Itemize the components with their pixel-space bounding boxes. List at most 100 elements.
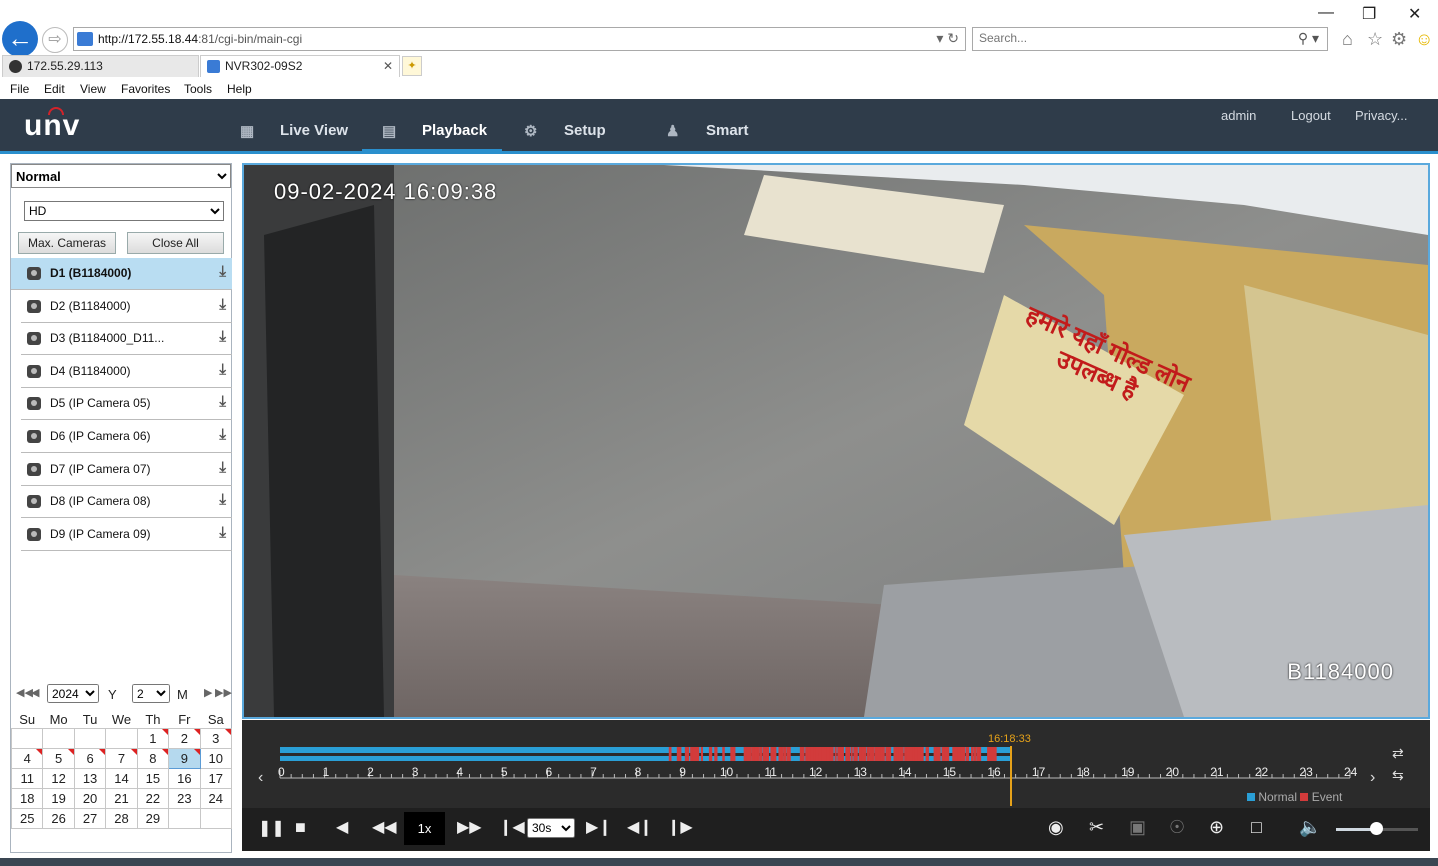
camera-item[interactable]: D6 (IP Camera 06) ⤓ [21, 421, 232, 453]
snapshot-icon[interactable]: ◉ [1048, 818, 1064, 836]
favorites-star-icon[interactable]: ☆ [1367, 29, 1383, 50]
restore-icon[interactable]: ❐ [1362, 4, 1376, 24]
download-icon[interactable]: ⤓ [219, 426, 226, 443]
download-icon[interactable]: ⤓ [219, 491, 226, 508]
month-select[interactable]: 2 [132, 684, 170, 703]
search-box[interactable]: ⚲ ▾ [972, 27, 1328, 51]
download-icon[interactable]: ⤓ [219, 459, 226, 476]
max-cameras-button[interactable]: Max. Cameras [18, 232, 116, 254]
next-year-icon[interactable]: ▶▶ [215, 686, 232, 699]
calendar-day[interactable]: 17 [199, 767, 233, 789]
rewind-icon[interactable]: ◀◀ [372, 819, 397, 837]
camera-item[interactable]: D5 (IP Camera 05) ⤓ [21, 388, 232, 421]
volume-icon[interactable]: 🔈 [1299, 818, 1321, 836]
menu-file[interactable]: File [10, 82, 29, 96]
nav-setup[interactable]: ⚙ Setup [524, 122, 606, 140]
settings-gear-icon[interactable]: ⚙ [1391, 29, 1407, 50]
prev-month-icon[interactable]: ◀ [31, 686, 39, 699]
calendar-day[interactable]: 21 [105, 787, 138, 809]
camera-item[interactable]: D2 (B1184000) ⤓ [21, 291, 232, 323]
calendar-day[interactable]: 6 [73, 747, 107, 769]
skip-forward-icon[interactable]: ▶❙ [586, 819, 612, 837]
calendar-day[interactable]: 10 [199, 747, 233, 769]
browser-tab-active[interactable]: NVR302-09S2 ✕ [200, 55, 400, 77]
browser-tab[interactable]: 172.55.29.113 [2, 55, 199, 77]
calendar-day[interactable]: 13 [73, 767, 107, 789]
calendar-day[interactable]: 1 [136, 727, 170, 749]
clip-icon[interactable]: ✂ [1089, 818, 1104, 836]
calendar-day[interactable]: 16 [168, 767, 201, 789]
refresh-icon[interactable]: ▾ ↻ [936, 30, 959, 47]
address-bar[interactable]: http://172.55.18.44:81/cgi-bin/main-cgi … [73, 27, 966, 51]
camera-item[interactable]: D4 (B1184000) ⤓ [21, 356, 232, 388]
nav-live-view[interactable]: ▦ Live View [240, 122, 348, 140]
calendar-day[interactable]: 23 [168, 787, 201, 809]
download-icon[interactable]: ⤓ [219, 524, 226, 541]
camera-item[interactable]: D3 (B1184000_D11... ⤓ [21, 323, 232, 356]
reverse-play-icon[interactable]: ◀ [336, 819, 348, 837]
camera-item[interactable]: D9 (IP Camera 09) ⤓ [21, 519, 232, 551]
menu-favorites[interactable]: Favorites [121, 82, 170, 96]
download-icon[interactable]: ⤓ [219, 328, 226, 345]
close-window-icon[interactable]: ✕ [1408, 4, 1421, 24]
camera-item[interactable]: D8 (IP Camera 08) ⤓ [21, 486, 232, 519]
download-icon[interactable]: ⤓ [219, 296, 226, 313]
minimize-icon[interactable]: — [1318, 4, 1334, 22]
calendar-day[interactable]: 14 [105, 767, 138, 789]
video-pane[interactable]: हमारे यहाँ गोल्ड लोन उपलब्ध है 09-02-202… [242, 163, 1430, 719]
new-tab-icon[interactable]: ✦ [402, 56, 422, 76]
calendar-day[interactable]: 15 [136, 767, 170, 789]
search-input[interactable] [979, 31, 1279, 45]
calendar-day[interactable]: 20 [73, 787, 107, 809]
calendar-day[interactable]: 26 [42, 807, 75, 829]
nav-playback[interactable]: ▤ Playback [382, 122, 487, 140]
calendar-day[interactable]: 18 [10, 787, 44, 809]
calendar-day[interactable]: 7 [105, 747, 138, 769]
camera-item[interactable]: D1 (B1184000) ⤓ [11, 258, 232, 290]
camera-item[interactable]: D7 (IP Camera 07) ⤓ [21, 454, 232, 486]
prev-frame-icon[interactable]: ◀❙ [627, 819, 653, 837]
close-all-button[interactable]: Close All [127, 232, 224, 254]
stream-select[interactable]: HD [24, 201, 224, 221]
download-icon[interactable]: ⤓ [219, 393, 226, 410]
year-select[interactable]: 2024 [47, 684, 99, 703]
calendar-day[interactable]: 28 [105, 807, 138, 829]
menu-view[interactable]: View [80, 82, 106, 96]
menu-tools[interactable]: Tools [184, 82, 212, 96]
calendar-day[interactable]: 25 [10, 807, 44, 829]
menu-help[interactable]: Help [227, 82, 252, 96]
calendar-day[interactable]: 27 [73, 807, 107, 829]
privacy-link[interactable]: Privacy... [1355, 108, 1408, 123]
smiley-icon[interactable]: ☺ [1415, 29, 1433, 50]
calendar-day[interactable]: 8 [136, 747, 170, 769]
calendar-day[interactable]: 19 [42, 787, 75, 809]
forward-button[interactable]: ⇨ [42, 27, 68, 53]
back-button[interactable]: ← [2, 21, 38, 57]
digital-zoom-icon[interactable]: ⊕ [1209, 818, 1224, 836]
volume-slider-handle[interactable] [1370, 822, 1383, 835]
search-icon[interactable]: ⚲ ▾ [1298, 30, 1319, 47]
calendar-day[interactable]: 22 [136, 787, 170, 809]
fast-forward-icon[interactable]: ▶▶ [457, 819, 482, 837]
playback-mode-select[interactable]: Normal [11, 164, 231, 188]
calendar-day[interactable]: 29 [136, 807, 170, 829]
timeline-cursor[interactable] [1010, 746, 1012, 806]
calendar-day[interactable]: 12 [42, 767, 75, 789]
calendar-day[interactable]: 4 [10, 747, 44, 769]
download-icon[interactable]: ⤓ [219, 361, 226, 378]
nav-smart[interactable]: ♟ Smart [666, 122, 749, 140]
playback-speed[interactable]: 1x [404, 812, 445, 845]
skip-back-icon[interactable]: ❙◀ [499, 819, 525, 837]
calendar-day[interactable]: 24 [199, 787, 233, 809]
skip-interval-select[interactable]: 30s [527, 818, 575, 838]
next-frame-icon[interactable]: ❙▶ [667, 819, 693, 837]
home-icon[interactable]: ⌂ [1342, 29, 1353, 50]
menu-edit[interactable]: Edit [44, 82, 65, 96]
calendar-day[interactable]: 5 [42, 747, 75, 769]
calendar-day[interactable]: 11 [10, 767, 44, 789]
logout-link[interactable]: Logout [1291, 108, 1331, 123]
close-tab-icon[interactable]: ✕ [383, 56, 393, 77]
calendar-day[interactable]: 9 [168, 747, 201, 769]
calendar-day[interactable]: 2 [168, 727, 201, 749]
stop-icon[interactable]: ■ [295, 818, 306, 836]
